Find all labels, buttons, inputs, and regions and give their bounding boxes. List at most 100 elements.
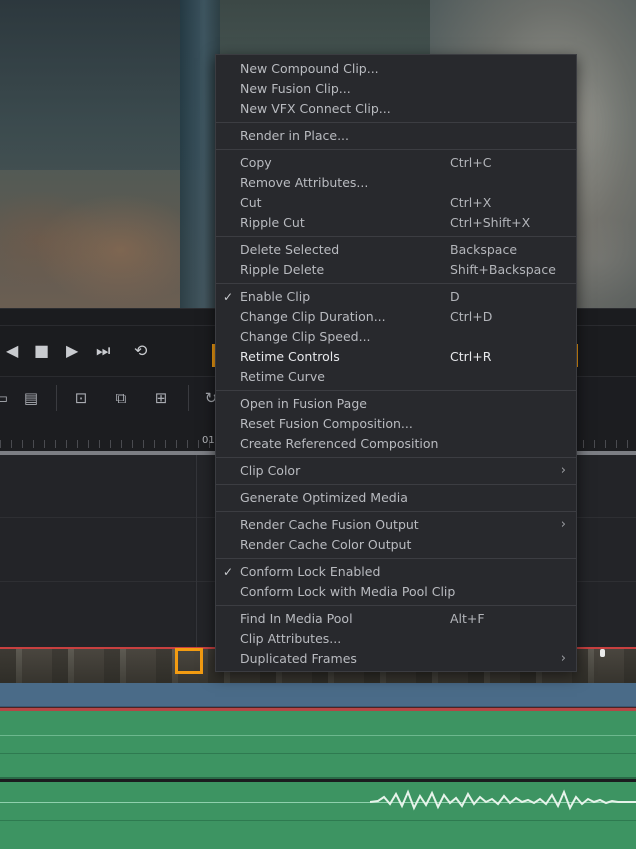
menu-item-generate-optimized-media[interactable]: Generate Optimized Media [216,488,576,508]
menu-item-conform-lock-enabled[interactable]: ✓ Conform Lock Enabled [216,562,576,582]
menu-item-label: New VFX Connect Clip... [240,101,391,116]
checkmark-icon: ✓ [223,290,234,304]
audio-waveform [0,735,636,736]
menu-item-shortcut: Alt+F [450,611,485,626]
menu-separator [216,236,576,237]
ruler-timecode-label: 01 [202,435,215,446]
razor-icon[interactable]: ▤ [18,387,44,409]
menu-item-label: Clip Color [240,463,301,478]
menu-item-label: Conform Lock with Media Pool Clip [240,584,456,599]
menu-item-shortcut: Ctrl+C [450,155,492,170]
menu-item-label: Open in Fusion Page [240,396,367,411]
clip-marker[interactable] [600,649,605,657]
overwrite-clip-icon[interactable]: ⧉ [108,387,134,409]
menu-item-retime-curve[interactable]: Retime Curve [216,367,576,387]
menu-item-label: Duplicated Frames [240,651,357,666]
chevron-right-icon: › [560,463,566,478]
selected-clip-highlight [175,648,203,674]
viewer-image-pillar [180,0,220,308]
menu-item-new-fusion-clip[interactable]: New Fusion Clip... [216,79,576,99]
menu-item-create-referenced-composition[interactable]: Create Referenced Composition [216,434,576,454]
menu-item-label: Clip Attributes... [240,631,342,646]
menu-separator [216,605,576,606]
menu-item-label: New Compound Clip... [240,61,379,76]
menu-separator [216,283,576,284]
insert-clip-icon[interactable]: ⊡ [68,387,94,409]
menu-item-change-clip-duration[interactable]: Change Clip Duration... Ctrl+D [216,307,576,327]
menu-item-label: Render Cache Color Output [240,537,412,552]
menu-item-change-clip-speed[interactable]: Change Clip Speed... [216,327,576,347]
toolbar-divider [188,385,189,411]
menu-item-shortcut: Shift+Backspace [450,262,556,277]
menu-item-new-vfx-connect-clip[interactable]: New VFX Connect Clip... [216,99,576,119]
menu-item-shortcut: Ctrl+D [450,309,493,324]
menu-item-label: Ripple Delete [240,262,325,277]
menu-item-shortcut: D [450,289,460,304]
skip-end-icon[interactable]: ⏭ [96,343,110,359]
menu-item-label: New Fusion Clip... [240,81,351,96]
chevron-right-icon: › [560,517,566,532]
loop-icon[interactable]: ⟲ [134,343,147,359]
menu-item-shortcut: Ctrl+X [450,195,492,210]
menu-item-label: Render Cache Fusion Output [240,517,419,532]
audio-clip-track-2[interactable] [0,782,636,849]
viewer-image-shadow [0,0,200,170]
menu-item-label: Remove Attributes... [240,175,369,190]
menu-item-clip-attributes[interactable]: Clip Attributes... [216,629,576,649]
clip-context-menu: New Compound Clip... New Fusion Clip... Ne… [215,54,577,672]
audio-channel-divider [0,753,636,754]
menu-separator [216,149,576,150]
menu-separator [216,457,576,458]
checkmark-icon: ✓ [223,565,234,579]
menu-item-duplicated-frames[interactable]: Duplicated Frames › [216,649,576,669]
menu-item-label: Reset Fusion Composition... [240,416,413,431]
menu-separator [216,558,576,559]
rewind-icon[interactable]: ◀ [6,343,18,359]
menu-separator [216,122,576,123]
menu-item-label: Retime Curve [240,369,325,384]
menu-item-retime-controls[interactable]: Retime Controls Ctrl+R [216,347,576,367]
menu-item-cut[interactable]: Cut Ctrl+X [216,193,576,213]
menu-item-shortcut: Ctrl+Shift+X [450,215,531,230]
menu-item-shortcut: Ctrl+R [450,349,492,364]
title-clip-track[interactable] [0,683,636,707]
blade-icon[interactable]: ▭ [0,387,14,409]
menu-item-copy[interactable]: Copy Ctrl+C [216,153,576,173]
menu-item-open-in-fusion-page[interactable]: Open in Fusion Page [216,394,576,414]
menu-item-shortcut: Backspace [450,242,518,257]
menu-item-ripple-cut[interactable]: Ripple Cut Ctrl+Shift+X [216,213,576,233]
menu-item-delete-selected[interactable]: Delete Selected Backspace [216,240,576,260]
menu-item-ripple-delete[interactable]: Ripple Delete Shift+Backspace [216,260,576,280]
menu-separator [216,511,576,512]
menu-item-render-in-place[interactable]: Render in Place... [216,126,576,146]
menu-item-label: Delete Selected [240,242,340,257]
menu-item-label: Ripple Cut [240,215,305,230]
menu-separator [216,484,576,485]
menu-item-label: Create Referenced Composition [240,436,439,451]
chevron-right-icon: › [560,651,566,666]
menu-item-clip-color[interactable]: Clip Color › [216,461,576,481]
audio-channel-divider [0,820,636,821]
menu-item-enable-clip[interactable]: ✓ Enable Clip D [216,287,576,307]
menu-item-reset-fusion-composition[interactable]: Reset Fusion Composition... [216,414,576,434]
menu-item-label: Enable Clip [240,289,311,304]
menu-item-render-cache-color-output[interactable]: Render Cache Color Output [216,535,576,555]
menu-item-label: Retime Controls [240,349,340,364]
audio-clip-track-1[interactable] [0,711,636,779]
menu-item-conform-lock-with-media-pool-clip[interactable]: Conform Lock with Media Pool Clip [216,582,576,602]
menu-item-render-cache-fusion-output[interactable]: Render Cache Fusion Output › [216,515,576,535]
toolbar-divider [56,385,57,411]
menu-item-new-compound-clip[interactable]: New Compound Clip... [216,59,576,79]
menu-item-find-in-media-pool[interactable]: Find In Media Pool Alt+F [216,609,576,629]
play-icon[interactable]: ▶ [66,343,78,359]
menu-item-label: Cut [240,195,262,210]
audio-waveform-peaks [370,789,636,811]
stop-icon[interactable]: ■ [34,343,49,359]
menu-item-label: Conform Lock Enabled [240,564,381,579]
menu-item-label: Generate Optimized Media [240,490,408,505]
replace-clip-icon[interactable]: ⊞ [148,387,174,409]
menu-separator [216,390,576,391]
menu-item-remove-attributes[interactable]: Remove Attributes... [216,173,576,193]
playhead-guide [196,455,197,647]
menu-item-label: Change Clip Speed... [240,329,371,344]
